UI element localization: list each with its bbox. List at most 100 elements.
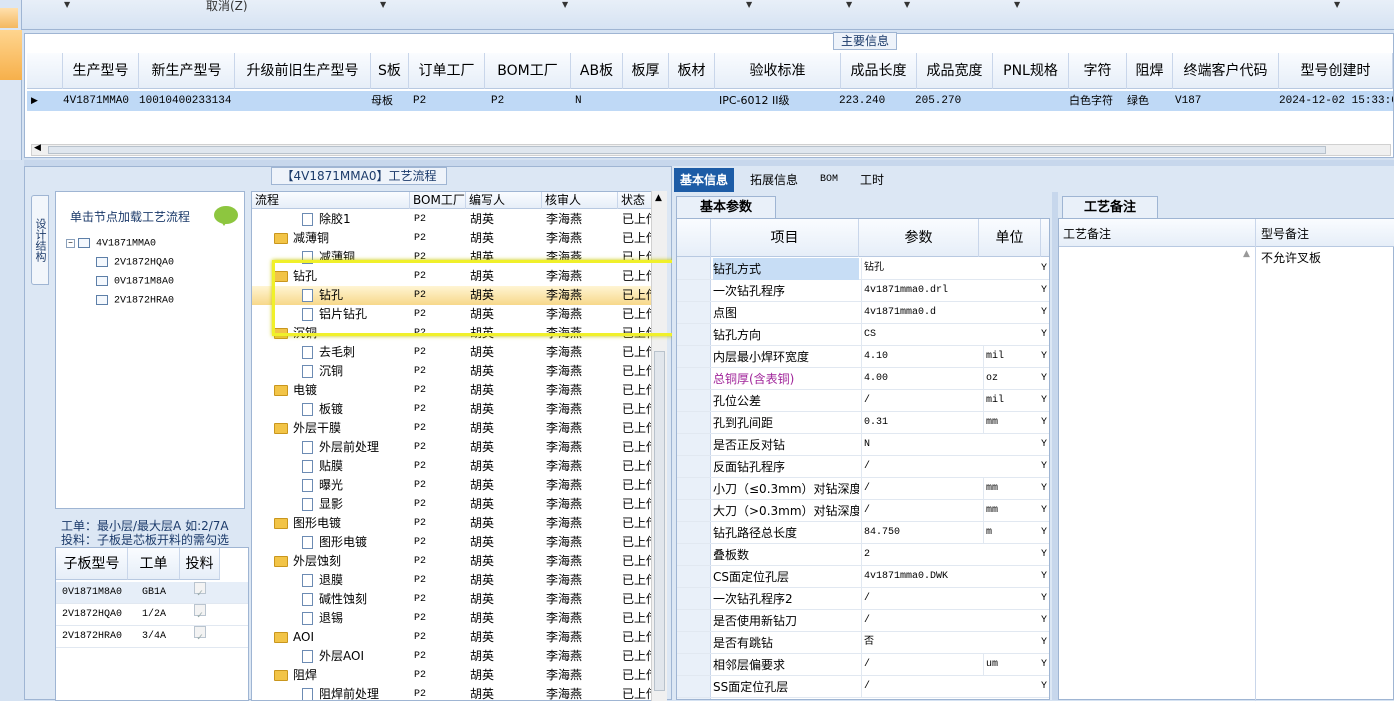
flow-row[interactable]: 外层AOI P2 胡英 李海燕 已上传 bbox=[252, 647, 652, 666]
col-header[interactable]: 项目 bbox=[711, 219, 859, 257]
table-row[interactable]: 0V1871M8A0 GB1A ✓ bbox=[56, 582, 248, 604]
cell[interactable]: 2024-12-02 15:33:03 bbox=[1279, 91, 1393, 111]
flow-row[interactable]: AOI P2 胡英 李海燕 已上传 bbox=[252, 628, 652, 647]
flow-row[interactable]: 阻焊前处理 P2 胡英 李海燕 已上传 bbox=[252, 685, 652, 700]
param-row[interactable]: SS面定位孔层 / Y bbox=[677, 676, 1049, 698]
flow-row[interactable]: 电镀 P2 胡英 李海燕 已上传 bbox=[252, 381, 652, 400]
param-value[interactable]: 4.00 bbox=[861, 368, 979, 390]
flow-row[interactable]: 退膜 P2 胡英 李海燕 已上传 bbox=[252, 571, 652, 590]
col-header[interactable]: 型号备注 bbox=[1261, 225, 1309, 242]
tree-root-node[interactable]: −4V1871MMA0 bbox=[66, 238, 156, 250]
flow-row[interactable]: 外层蚀刻 P2 胡英 李海燕 已上传 bbox=[252, 552, 652, 571]
col-header[interactable]: 升级前旧生产型号 bbox=[235, 53, 371, 89]
flow-row[interactable]: 外层前处理 P2 胡英 李海燕 已上传 bbox=[252, 438, 652, 457]
nav-button-icon[interactable] bbox=[0, 8, 18, 28]
cancel-menu-item[interactable]: 取消(Z) bbox=[206, 0, 248, 14]
dropdown-arrow-icon[interactable]: ▼ bbox=[1014, 0, 1020, 9]
param-row[interactable]: 叠板数 2 Y bbox=[677, 544, 1049, 566]
param-row[interactable]: 一次钻孔程序2 / Y bbox=[677, 588, 1049, 610]
col-header[interactable]: 工单 bbox=[128, 548, 180, 580]
param-value[interactable]: / bbox=[861, 654, 979, 676]
param-row[interactable]: 是否使用新钻刀 / Y bbox=[677, 610, 1049, 632]
col-header[interactable]: 子板型号 bbox=[56, 548, 128, 580]
param-value[interactable]: / bbox=[861, 588, 979, 610]
col-header[interactable]: BOM工厂 bbox=[410, 192, 466, 209]
col-header[interactable]: BOM工厂 bbox=[485, 53, 571, 89]
scrollbar-thumb[interactable] bbox=[48, 146, 1326, 154]
param-value[interactable]: 4v1871mma0.drl bbox=[861, 280, 979, 302]
flow-row[interactable]: 外层干膜 P2 胡英 李海燕 已上传 bbox=[252, 419, 652, 438]
param-value[interactable]: 84.750 bbox=[861, 522, 979, 544]
col-header[interactable]: 状态 bbox=[618, 192, 652, 209]
cell[interactable]: IPC-6012 II级 bbox=[719, 91, 839, 111]
param-row[interactable]: 内层最小焊环宽度 4.10 mil Y bbox=[677, 346, 1049, 368]
param-value[interactable]: 4v1871mma0.d bbox=[861, 302, 979, 324]
dropdown-arrow-icon[interactable]: ▼ bbox=[746, 0, 752, 9]
table-row[interactable]: 2V1872HQA0 1/2A ✓ bbox=[56, 604, 248, 626]
col-header[interactable]: 字符 bbox=[1069, 53, 1127, 89]
flow-row[interactable]: 沉铜 P2 胡英 李海燕 已上传 bbox=[252, 362, 652, 381]
param-value[interactable]: N bbox=[861, 434, 979, 456]
tab-bom[interactable]: BOM bbox=[814, 168, 844, 192]
col-header[interactable]: 阻焊 bbox=[1127, 53, 1173, 89]
col-header[interactable]: 订单工厂 bbox=[409, 53, 485, 89]
cell[interactable]: 223.240 bbox=[839, 91, 915, 111]
tab-work-hours[interactable]: 工时 bbox=[854, 168, 890, 192]
cell[interactable]: 4V1871MMA0 bbox=[63, 91, 139, 111]
tab-basic-params[interactable]: 基本参数 bbox=[676, 196, 776, 218]
col-header[interactable]: 板厚 bbox=[623, 53, 669, 89]
checkbox[interactable]: ✓ bbox=[194, 626, 206, 643]
dropdown-arrow-icon[interactable]: ▼ bbox=[64, 0, 70, 9]
tree-child-node[interactable]: 2V1872HQA0 bbox=[96, 257, 174, 269]
param-value[interactable]: / bbox=[861, 610, 979, 632]
dropdown-arrow-icon[interactable]: ▼ bbox=[1334, 0, 1340, 9]
scroll-left-icon[interactable]: ◀ bbox=[34, 143, 41, 153]
param-row[interactable]: 反面钻孔程序 / Y bbox=[677, 456, 1049, 478]
param-row[interactable]: 孔到孔间距 0.31 mm Y bbox=[677, 412, 1049, 434]
param-row[interactable]: 是否有跳钻 否 Y bbox=[677, 632, 1049, 654]
dropdown-arrow-icon[interactable]: ▼ bbox=[380, 0, 386, 9]
param-value[interactable]: 4.10 bbox=[861, 346, 979, 368]
cell[interactable]: P2 bbox=[491, 91, 561, 111]
col-header[interactable]: 型号创建时 bbox=[1279, 53, 1393, 89]
main-grid-row[interactable]: ▶ 4V1871MMA0 10010400233134 母板 P2 P2 N I… bbox=[27, 91, 1393, 111]
flow-row[interactable]: 除胶1 P2 胡英 李海燕 已上传 bbox=[252, 210, 652, 229]
param-value[interactable]: / bbox=[861, 500, 979, 522]
param-row[interactable]: 大刀（>0.3mm）对钻深度 / mm Y bbox=[677, 500, 1049, 522]
col-header[interactable]: 成品长度 bbox=[841, 53, 917, 89]
flow-row[interactable]: 曝光 P2 胡英 李海燕 已上传 bbox=[252, 476, 652, 495]
param-value[interactable]: CS bbox=[861, 324, 979, 346]
flow-row[interactable]: 减薄铜 P2 胡英 李海燕 已上传 bbox=[252, 229, 652, 248]
flow-row[interactable]: 图形电镀 P2 胡英 李海燕 已上传 bbox=[252, 514, 652, 533]
param-row[interactable]: 是否正反对钻 N Y bbox=[677, 434, 1049, 456]
flow-row[interactable]: 退锡 P2 胡英 李海燕 已上传 bbox=[252, 609, 652, 628]
flow-row[interactable]: 碱性蚀刻 P2 胡英 李海燕 已上传 bbox=[252, 590, 652, 609]
param-row[interactable]: CS面定位孔层 4v1871mma0.DWK Y bbox=[677, 566, 1049, 588]
col-header[interactable]: 单位 bbox=[979, 219, 1041, 257]
col-header[interactable]: 新生产型号 bbox=[139, 53, 235, 89]
tab-design-structure[interactable]: 设计结构 bbox=[31, 195, 49, 285]
param-row[interactable]: 总铜厚(含表铜) 4.00 oz Y bbox=[677, 368, 1049, 390]
param-row[interactable]: 一次钻孔程序 4v1871mma0.drl Y bbox=[677, 280, 1049, 302]
collapse-icon[interactable]: − bbox=[66, 238, 75, 248]
param-row[interactable]: 钻孔方式 钻孔 Y bbox=[677, 258, 1049, 280]
dropdown-arrow-icon[interactable]: ▼ bbox=[904, 0, 910, 9]
col-header[interactable]: S板 bbox=[371, 53, 409, 89]
tab-basic-info[interactable]: 基本信息 bbox=[674, 168, 735, 192]
cell[interactable]: 10010400233134 bbox=[139, 91, 235, 111]
dropdown-arrow-icon[interactable]: ▼ bbox=[562, 0, 568, 9]
col-header[interactable]: 核审人 bbox=[542, 192, 618, 209]
tree-child-node[interactable]: 2V1872HRA0 bbox=[96, 295, 174, 307]
param-value[interactable]: 4v1871mma0.DWK bbox=[861, 566, 979, 588]
col-header[interactable]: 终端客户代码 bbox=[1173, 53, 1279, 89]
flow-row[interactable]: 去毛刺 P2 胡英 李海燕 已上传 bbox=[252, 343, 652, 362]
param-value[interactable]: / bbox=[861, 456, 979, 478]
tab-process-notes[interactable]: 工艺备注 bbox=[1062, 196, 1158, 218]
dropdown-arrow-icon[interactable]: ▼ bbox=[846, 0, 852, 9]
flow-row[interactable]: 显影 P2 胡英 李海燕 已上传 bbox=[252, 495, 652, 514]
cell[interactable]: 母板 bbox=[371, 91, 409, 111]
scroll-up-icon[interactable]: ▲ bbox=[655, 193, 662, 203]
checkbox[interactable]: ✓ bbox=[194, 582, 206, 599]
param-value[interactable]: 0.31 bbox=[861, 412, 979, 434]
col-header[interactable]: 板材 bbox=[669, 53, 715, 89]
